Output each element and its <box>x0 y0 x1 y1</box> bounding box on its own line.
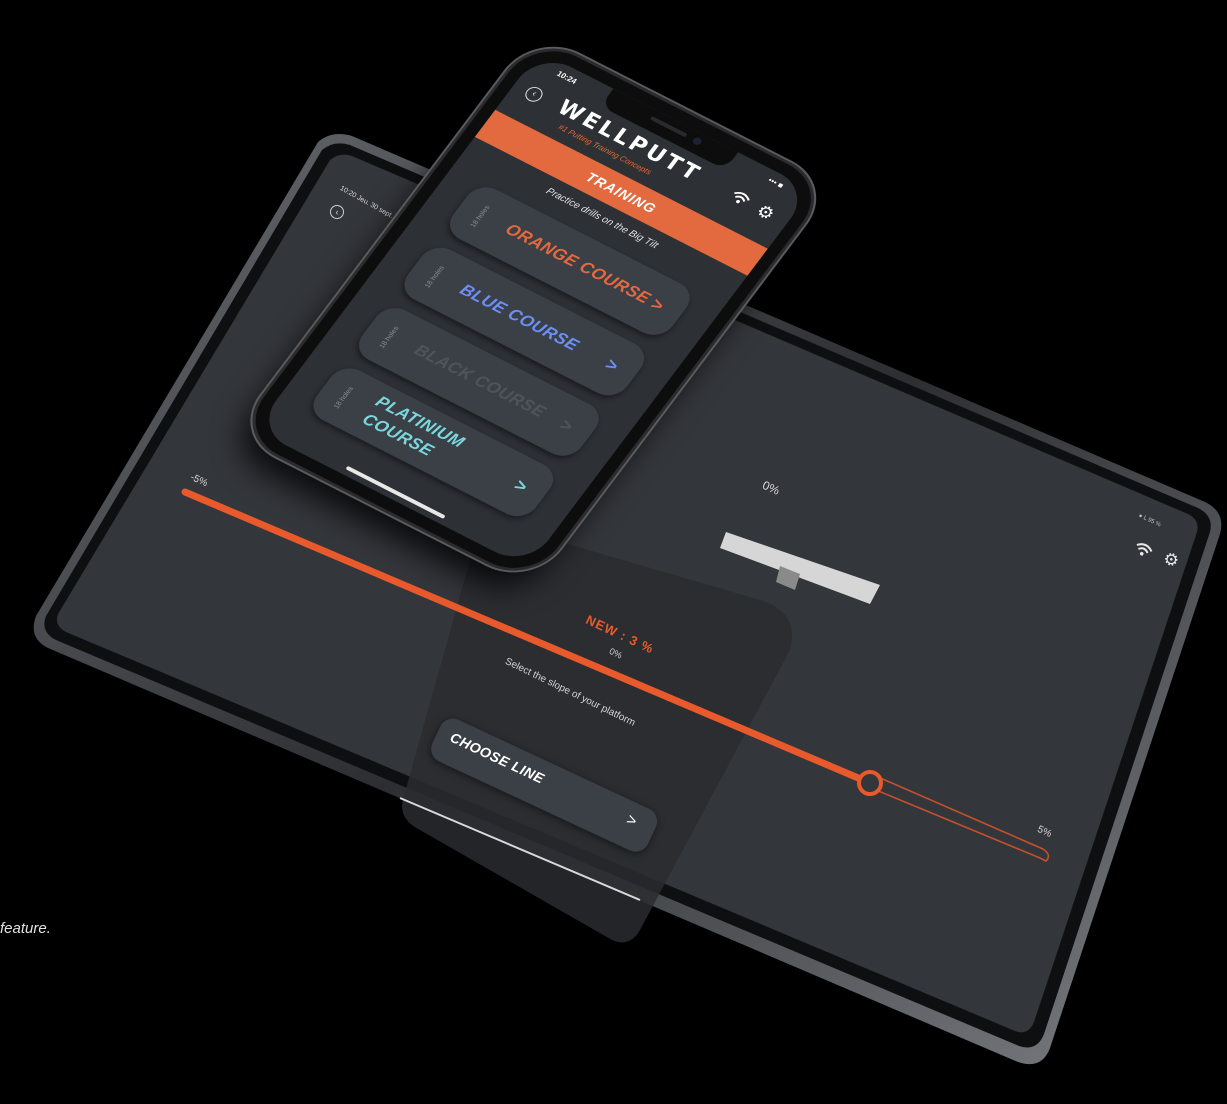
gear-icon[interactable]: ⚙ <box>752 201 778 225</box>
back-icon[interactable]: ‹ <box>522 84 546 105</box>
chevron-right-icon: > <box>601 354 623 376</box>
device-mockup-scene: 10:20 Jeu. 30 sept. ● L 95 % ‹ ⚙ -5% 5% … <box>0 0 1227 1104</box>
front-camera <box>691 136 704 147</box>
caption-text: feature. <box>0 920 51 937</box>
wifi-icon[interactable] <box>725 189 752 212</box>
back-icon[interactable]: ‹ <box>330 205 344 219</box>
phone-status-time: 10:24 <box>554 69 579 86</box>
course-holes-label: 18 holes <box>424 265 447 290</box>
course-holes-label: 18 holes <box>332 385 356 411</box>
phone-status-icons: ••• ■ <box>766 175 786 191</box>
course-holes-label: 18 holes <box>378 325 401 350</box>
chevron-right-icon: > <box>510 475 532 497</box>
slider-thumb[interactable] <box>857 770 883 796</box>
chevron-right-icon: > <box>555 415 578 436</box>
chevron-right-icon: > <box>623 811 640 831</box>
course-holes-label: 18 holes <box>469 204 492 229</box>
